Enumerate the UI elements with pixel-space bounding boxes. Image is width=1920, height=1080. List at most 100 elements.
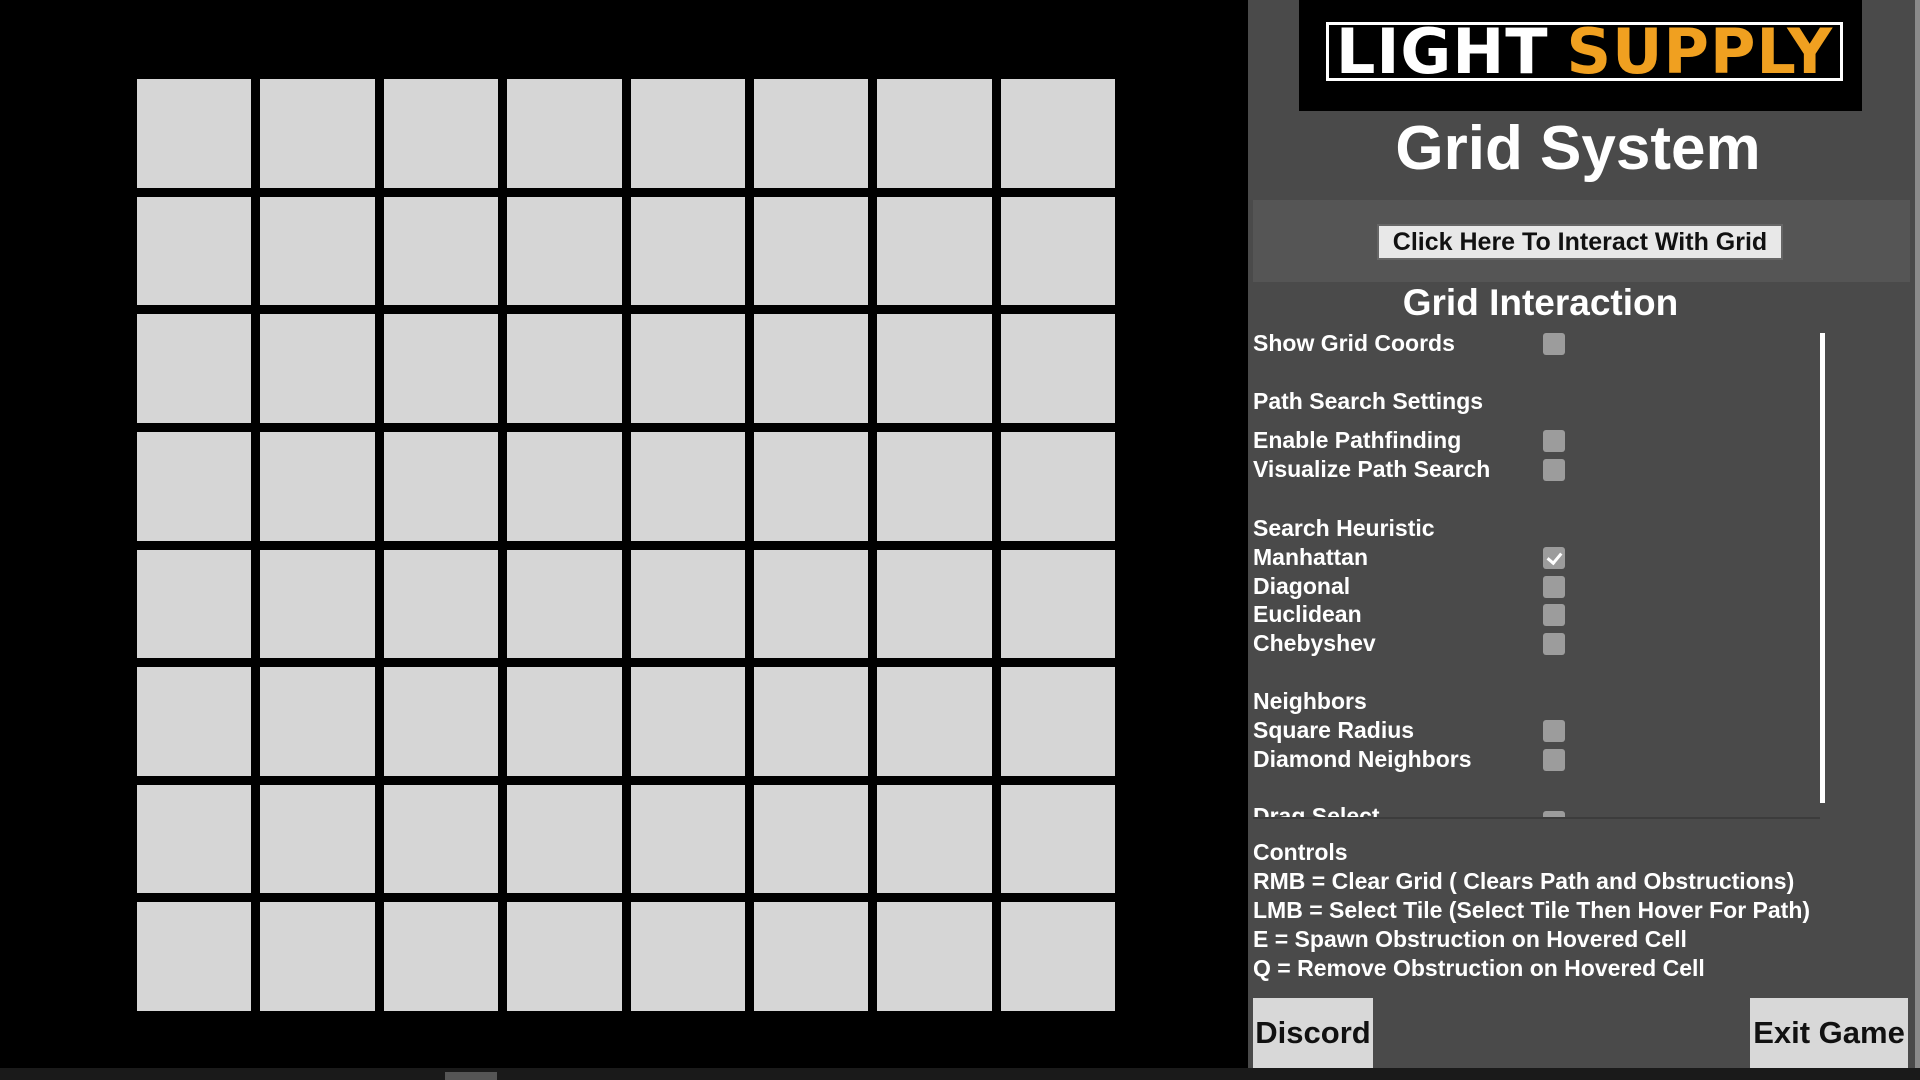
grid-cell[interactable] xyxy=(137,902,252,1011)
grid-cell[interactable] xyxy=(877,549,992,659)
grid-cell[interactable] xyxy=(507,431,622,541)
grid-cell[interactable] xyxy=(753,902,869,1011)
grid-cell[interactable] xyxy=(753,784,869,894)
grid-cell[interactable] xyxy=(1000,549,1115,659)
grid-cell[interactable] xyxy=(1000,196,1115,306)
chebyshev-checkbox[interactable] xyxy=(1543,633,1565,655)
panel-title: Grid System xyxy=(1395,114,1761,183)
grid-cell[interactable] xyxy=(753,549,869,659)
grid-cell[interactable] xyxy=(1000,431,1115,541)
grid-cell[interactable] xyxy=(137,196,252,306)
path-search-settings-heading: Path Search Settings xyxy=(1253,388,1484,414)
grid-cell[interactable] xyxy=(383,314,499,423)
grid-cell[interactable] xyxy=(507,902,622,1011)
visualize-path-search-label: Visualize Path Search xyxy=(1253,456,1491,482)
grid-cell[interactable] xyxy=(630,79,745,188)
visualize-path-search-checkbox[interactable] xyxy=(1543,459,1565,481)
grid-cell[interactable] xyxy=(260,314,375,423)
grid-cell[interactable] xyxy=(877,196,992,306)
grid-viewport[interactable] xyxy=(0,0,1248,1068)
grid-cell[interactable] xyxy=(877,902,992,1011)
section-title: Grid Interaction xyxy=(1402,282,1679,323)
grid-cell[interactable] xyxy=(260,431,375,541)
grid-cell[interactable] xyxy=(507,79,622,188)
show-grid-coords-checkbox[interactable] xyxy=(1543,333,1565,355)
grid-cell[interactable] xyxy=(630,549,745,659)
grid-cell[interactable] xyxy=(260,79,375,188)
grid-cell[interactable] xyxy=(1000,667,1115,776)
chebyshev-label: Chebyshev xyxy=(1253,630,1376,656)
grid-cell[interactable] xyxy=(507,667,622,776)
exit-game-button[interactable]: Exit Game xyxy=(1750,998,1908,1068)
grid-cell[interactable] xyxy=(137,79,252,188)
controls-rmb: RMB = Clear Grid ( Clears Path and Obstr… xyxy=(1253,868,1795,894)
square-radius-label: Square Radius xyxy=(1253,717,1415,743)
grid-cell[interactable] xyxy=(507,196,622,306)
grid-cell[interactable] xyxy=(630,314,745,423)
discord-button[interactable]: Discord xyxy=(1253,998,1373,1068)
grid-cell[interactable] xyxy=(1000,902,1115,1011)
controls-help: Controls RMB = Clear Grid ( Clears Path … xyxy=(1253,838,1903,983)
grid-cell[interactable] xyxy=(383,196,499,306)
grid-cell[interactable] xyxy=(1000,79,1115,188)
grid-cell[interactable] xyxy=(507,549,622,659)
grid-cell[interactable] xyxy=(383,667,499,776)
grid-cell[interactable] xyxy=(753,667,869,776)
grid-cell[interactable] xyxy=(630,431,745,541)
logo-text-supply: SUPPLY xyxy=(1566,14,1834,88)
grid-cell[interactable] xyxy=(753,431,869,541)
grid-cell[interactable] xyxy=(383,79,499,188)
grid-cell[interactable] xyxy=(383,431,499,541)
grid-cell[interactable] xyxy=(630,667,745,776)
grid-cell[interactable] xyxy=(260,902,375,1011)
grid-cell[interactable] xyxy=(877,667,992,776)
grid-cell[interactable] xyxy=(1000,784,1115,894)
grid-cell[interactable] xyxy=(260,667,375,776)
grid-cell[interactable] xyxy=(260,196,375,306)
controls-lmb: LMB = Select Tile (Select Tile Then Hove… xyxy=(1253,897,1811,923)
grid-cell[interactable] xyxy=(877,431,992,541)
options-scrollbar[interactable] xyxy=(1820,333,1825,803)
euclidean-checkbox[interactable] xyxy=(1543,604,1565,626)
show-grid-coords-label: Show Grid Coords xyxy=(1253,330,1455,356)
logo-frame: LIGHT SUPPLY xyxy=(1326,14,1843,88)
grid-cell[interactable] xyxy=(630,196,745,306)
grid-cell[interactable] xyxy=(507,314,622,423)
options-scroll-area[interactable]: Show Grid Coords Path Search Settings En… xyxy=(1253,330,1827,817)
search-heuristic-heading: Search Heuristic xyxy=(1253,515,1435,541)
square-radius-checkbox[interactable] xyxy=(1543,720,1565,742)
controls-e: E = Spawn Obstruction on Hovered Cell xyxy=(1253,926,1687,952)
grid-cell[interactable] xyxy=(753,79,869,188)
grid-cell[interactable] xyxy=(137,314,252,423)
grid-cell[interactable] xyxy=(877,79,992,188)
grid-cell[interactable] xyxy=(383,902,499,1011)
diagonal-checkbox[interactable] xyxy=(1543,576,1565,598)
grid-cell[interactable] xyxy=(1000,314,1115,423)
interact-with-grid-button[interactable]: Click Here To Interact With Grid xyxy=(1377,224,1783,260)
grid-cell[interactable] xyxy=(507,784,622,894)
grid-cell[interactable] xyxy=(753,314,869,423)
controls-heading: Controls xyxy=(1253,839,1348,865)
grid-cell[interactable] xyxy=(877,784,992,894)
enable-pathfinding-label: Enable Pathfinding xyxy=(1253,427,1462,453)
grid-cell[interactable] xyxy=(630,784,745,894)
grid-cell[interactable] xyxy=(137,784,252,894)
enable-pathfinding-checkbox[interactable] xyxy=(1543,430,1565,452)
options-divider xyxy=(1253,817,1820,819)
grid-cell[interactable] xyxy=(137,431,252,541)
grid-cell[interactable] xyxy=(137,549,252,659)
logo: LIGHT SUPPLY xyxy=(1299,0,1862,111)
grid-cell[interactable] xyxy=(137,667,252,776)
grid-cell[interactable] xyxy=(877,314,992,423)
grid-cell[interactable] xyxy=(260,784,375,894)
bottom-scroll-thumb[interactable] xyxy=(445,1072,497,1080)
grid-cell[interactable] xyxy=(383,784,499,894)
manhattan-checkbox[interactable] xyxy=(1543,547,1565,569)
grid-cell[interactable] xyxy=(383,549,499,659)
tile-grid[interactable] xyxy=(137,79,1115,1011)
neighbors-heading: Neighbors xyxy=(1253,688,1367,714)
grid-cell[interactable] xyxy=(753,196,869,306)
diamond-neighbors-checkbox[interactable] xyxy=(1543,749,1565,771)
grid-cell[interactable] xyxy=(260,549,375,659)
grid-cell[interactable] xyxy=(630,902,745,1011)
